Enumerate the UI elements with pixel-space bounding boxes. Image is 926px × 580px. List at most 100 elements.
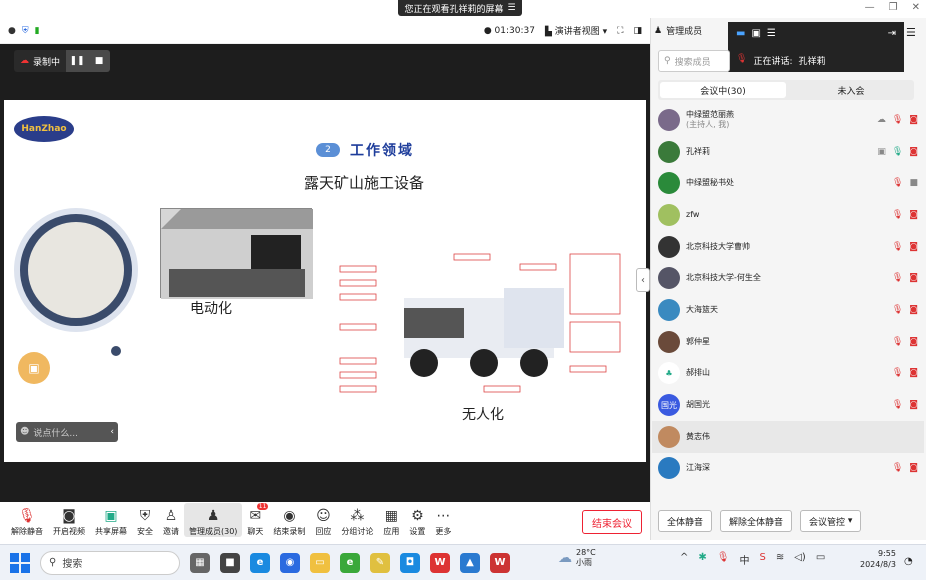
weather-widget[interactable]: ☁ 28°C 小雨 [558, 548, 596, 568]
wps-icon[interactable]: W [430, 552, 450, 573]
security-button[interactable]: ⛨ 安全 [132, 503, 158, 537]
share-screen-icon: ▣ [877, 146, 886, 157]
screen-share-banner: 您正在观看孔祥莉的屏幕 ☰ [398, 0, 522, 16]
list-item[interactable]: 北京科技大学曹帅 🎙 ◙ [652, 231, 924, 263]
invite-button[interactable]: ♙ 邀请 [158, 503, 184, 537]
unmute-button[interactable]: 🎙 解除静音 [6, 503, 48, 537]
info-icon[interactable]: ● [8, 26, 16, 36]
mic-icon[interactable]: 🎙 [717, 552, 730, 567]
wps-office-icon[interactable]: W [490, 552, 510, 573]
cloud-record-icon: ☁ [20, 56, 29, 66]
stop-record-button[interactable]: ■ [88, 50, 111, 72]
tab-in-meeting[interactable]: 会议中(30) [660, 82, 786, 98]
wps-tray-icon[interactable]: S [759, 552, 765, 567]
annotation-button[interactable]: ▣ [18, 352, 50, 384]
widgets-icon[interactable]: ▦ [190, 552, 210, 573]
list-item[interactable]: 郭仲星 🎙 ◙ [652, 326, 924, 358]
chevron-up-icon[interactable]: ^ [680, 552, 688, 567]
image-icon: ▣ [28, 361, 40, 375]
start-video-button[interactable]: ◙ 开启视频 [48, 503, 90, 537]
system-clock[interactable]: 9:55 2024/8/3 [860, 548, 896, 570]
meeting-control-button[interactable]: 会议管控 ▾ [800, 510, 862, 532]
unmute-all-button[interactable]: 解除全体静音 [720, 510, 793, 532]
edge-icon[interactable]: e [250, 552, 270, 573]
list-item[interactable]: 国光 胡国光 🎙 ◙ [652, 389, 924, 421]
panel-toggle-icon[interactable]: ◨ [633, 26, 642, 36]
chat-icon: ✉ [249, 508, 262, 524]
mute-all-button[interactable]: 全体静音 [658, 510, 713, 532]
company-logo: HanZhao [14, 116, 74, 142]
list-item[interactable]: 黄志伟 [652, 420, 924, 453]
file-explorer-icon[interactable]: ▭ [310, 552, 330, 573]
list-item[interactable]: 大海篮天 🎙 ◙ [652, 294, 924, 326]
app-tray-icon[interactable]: ✱ [698, 552, 706, 567]
shared-slide: HanZhao 2 工作领域 露天矿山施工设备 ▣ 电动化 无人化 ☻ 说点什么..… [4, 100, 646, 462]
manage-members-button[interactable]: ♟ 管理成员(30) [184, 503, 243, 537]
handshake-photo [14, 208, 138, 332]
list-item[interactable]: 江海深 🎙 ◙ [652, 453, 924, 485]
pen-app-icon[interactable]: ✎ [370, 552, 390, 573]
ime-icon[interactable]: 中 [739, 552, 749, 567]
chat-quick-input[interactable]: ☻ 说点什么... ‹ [16, 422, 118, 442]
tab-not-joined[interactable]: 未入会 [788, 80, 914, 100]
shield-check-icon[interactable]: ⛨ [22, 26, 29, 36]
minimize-icon[interactable]: — [865, 2, 875, 13]
member-search-input[interactable]: ⚲ 搜索成员 [658, 50, 730, 72]
wifi-icon[interactable]: ≋ [776, 552, 784, 567]
camera-off-icon: ◙ [909, 400, 918, 411]
photos-icon[interactable]: ▲ [460, 552, 480, 573]
panel-menu-icon[interactable]: ☰ [906, 26, 916, 39]
battery-icon[interactable]: ▭ [816, 552, 825, 567]
unmanned-caption: 无人化 [462, 407, 504, 423]
minimize-icon[interactable]: ▬ [736, 28, 745, 39]
restore-icon[interactable]: ❐ [889, 2, 898, 13]
speaker-icon[interactable]: ◁) [794, 552, 806, 567]
camera-off-icon: ◙ [909, 463, 918, 474]
avatar [658, 108, 680, 131]
collapse-icon[interactable]: ☰ [507, 3, 515, 13]
start-icon[interactable] [10, 552, 30, 573]
taskbar-search-input[interactable]: ⚲ 搜索 [40, 550, 180, 575]
list-item[interactable]: 中绿盟范丽燕 (主持人, 我) ☁ 🎙 ◙ [652, 104, 924, 136]
layout-icon: ▙ [544, 27, 552, 37]
meeting-app-icon[interactable]: ◘ [400, 552, 420, 573]
camera-off-icon: ◙ [909, 304, 918, 315]
list-item[interactable]: 北京科技大学-何生全 🎙 ◙ [652, 262, 924, 294]
share-screen-icon: ▣ [104, 508, 118, 524]
breakout-icon: ⁂ [350, 508, 365, 524]
list-item[interactable]: zfw 🎙 ◙ [652, 199, 924, 231]
panel-collapse-button[interactable]: ‹ [636, 268, 650, 292]
end-record-button[interactable]: ◉ 结束录制 [268, 503, 310, 537]
timer: ● 01:30:37 [483, 25, 535, 36]
app-icon[interactable]: ◉ [280, 552, 300, 573]
list-item[interactable]: 中绿盟秘书处 🎙 ■ [652, 167, 924, 199]
mic-muted-icon: 🎙 [891, 241, 904, 252]
list-item[interactable]: ♣ 郝排山 🎙 ◙ [652, 358, 924, 390]
reaction-button[interactable]: ☺ 回应 [310, 503, 336, 537]
shield-icon: ⛨ [139, 508, 151, 524]
close-icon[interactable]: ✕ [912, 2, 920, 13]
more-button[interactable]: ⋯ 更多 [430, 503, 456, 537]
apps-button[interactable]: ▦ 应用 [378, 503, 404, 537]
notification-icon[interactable]: ◔ [904, 556, 913, 567]
window-icon[interactable]: ▣ [751, 28, 760, 39]
breakout-button[interactable]: ⁂ 分组讨论 [336, 503, 378, 537]
signal-icon: ▮ [34, 25, 40, 36]
end-meeting-button[interactable]: 结束会议 [582, 510, 642, 534]
task-view-icon[interactable]: ■ [220, 552, 240, 573]
camera-off-icon: ◙ [909, 114, 918, 125]
list-item[interactable]: 孔祥莉 ▣ 🎙 ◙ [652, 136, 924, 168]
share-screen-button[interactable]: ▣ 共享屏幕 [90, 503, 132, 537]
chat-button[interactable]: ✉ 11 聊天 [242, 503, 269, 537]
avatar [658, 267, 680, 290]
chevron-left-icon[interactable]: ‹ [110, 427, 114, 437]
avatar [658, 172, 680, 195]
pause-record-button[interactable]: ❚❚ [66, 50, 89, 72]
fullscreen-icon[interactable]: ⛶ [617, 26, 623, 36]
view-switch[interactable]: ▙ 演讲者视图 ▾ [545, 24, 607, 37]
settings-button[interactable]: ⚙ 设置 [404, 503, 430, 537]
speaking-popup: ▬ ▣ ☰ ⇥ 🎙 正在讲话: 孔祥莉 [728, 22, 904, 72]
browser-icon[interactable]: e [340, 552, 360, 573]
exit-icon[interactable]: ⇥ [888, 28, 896, 39]
list-icon[interactable]: ☰ [767, 28, 776, 39]
